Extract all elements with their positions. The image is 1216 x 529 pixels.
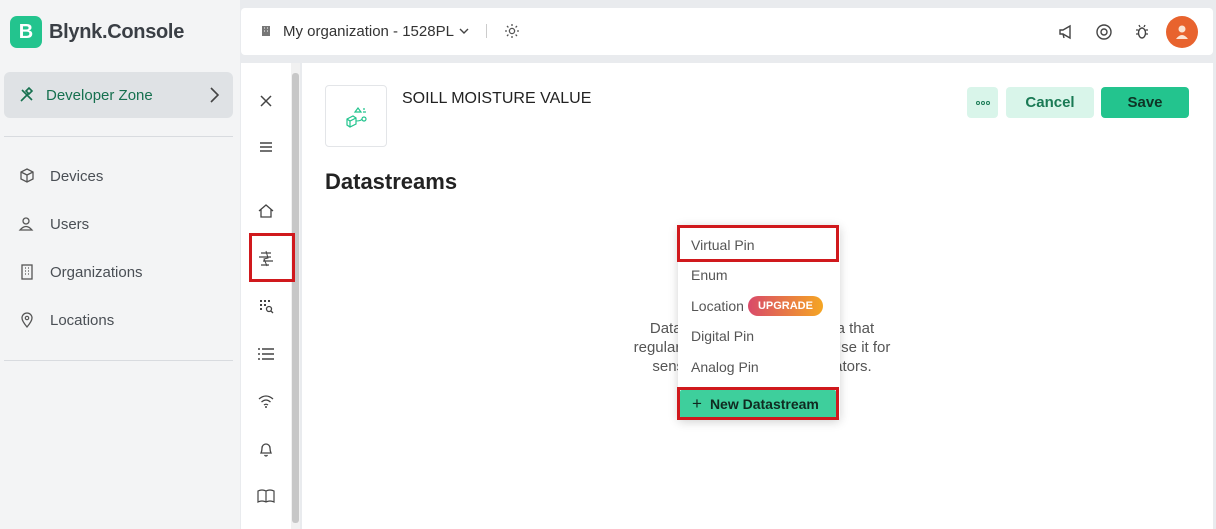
sidebar-item-developer-zone[interactable]: Developer Zone bbox=[4, 72, 233, 118]
plus-icon: + bbox=[692, 394, 702, 413]
new-datastream-menu: Virtual Pin Enum Location UPGRADE Digita… bbox=[678, 225, 840, 420]
list-icon bbox=[258, 348, 274, 360]
sidebar-item-label: Developer Zone bbox=[46, 86, 153, 104]
sidebar-item-label: Organizations bbox=[50, 263, 143, 281]
top-bar: My organization - 1528PL bbox=[241, 8, 1213, 55]
tab-events[interactable] bbox=[252, 292, 280, 320]
help-button[interactable] bbox=[1088, 16, 1120, 48]
menu-item-virtual-pin[interactable]: Virtual Pin bbox=[691, 235, 755, 255]
template-thumbnail-icon bbox=[346, 107, 367, 128]
sidebar-item-users[interactable]: Users bbox=[18, 212, 89, 236]
gear-icon[interactable] bbox=[503, 22, 521, 40]
building-icon bbox=[21, 264, 33, 280]
page-title: Datastreams bbox=[325, 169, 458, 194]
tools-icon bbox=[20, 86, 34, 102]
divider bbox=[4, 360, 233, 361]
new-datastream-button[interactable]: + New Datastream bbox=[680, 390, 836, 418]
menu-item-digital-pin[interactable]: Digital Pin bbox=[691, 326, 754, 346]
tab-datastreams[interactable] bbox=[252, 244, 280, 272]
tab-connectivity[interactable] bbox=[252, 387, 280, 415]
sidebar: B Blynk.Console Developer Zone Devices U… bbox=[0, 0, 240, 529]
avatar-icon bbox=[1176, 25, 1188, 39]
sidebar-item-devices[interactable]: Devices bbox=[18, 164, 103, 188]
cancel-button[interactable]: Cancel bbox=[1006, 87, 1094, 118]
tab-metadata[interactable] bbox=[252, 340, 280, 368]
megaphone-icon bbox=[1059, 24, 1071, 40]
book-icon bbox=[257, 489, 275, 503]
bell-icon bbox=[259, 443, 273, 457]
menu-item-label: Location bbox=[691, 298, 744, 314]
tab-notifications[interactable] bbox=[252, 435, 280, 463]
sidebar-item-label: Users bbox=[50, 215, 90, 233]
top-actions bbox=[1044, 16, 1198, 48]
scrollbar-thumb[interactable] bbox=[292, 73, 299, 523]
menu-item-location[interactable]: Location UPGRADE bbox=[691, 296, 823, 316]
more-options-button[interactable] bbox=[967, 87, 998, 118]
location-pin-icon bbox=[21, 312, 33, 329]
menu-button[interactable] bbox=[252, 133, 280, 161]
sidebar-item-label: Locations bbox=[50, 311, 115, 329]
home-icon bbox=[258, 204, 274, 218]
sidebar-item-locations[interactable]: Locations bbox=[18, 308, 114, 332]
bug-icon bbox=[1136, 24, 1148, 39]
close-icon bbox=[260, 95, 272, 107]
menu-item-label: Digital Pin bbox=[691, 328, 755, 344]
cube-icon bbox=[20, 168, 34, 183]
template-image[interactable] bbox=[325, 85, 387, 147]
separator bbox=[485, 24, 487, 38]
chevron-down-icon bbox=[459, 28, 469, 34]
wifi-icon bbox=[258, 395, 274, 408]
sidebar-item-organizations[interactable]: Organizations bbox=[18, 260, 143, 284]
org-name: My organization - 1528PL bbox=[283, 22, 454, 40]
menu-item-analog-pin[interactable]: Analog Pin bbox=[691, 357, 759, 377]
tab-docs[interactable] bbox=[252, 482, 280, 510]
report-bug-button[interactable] bbox=[1126, 16, 1158, 48]
menu-item-label: Analog Pin bbox=[691, 359, 759, 375]
hamburger-icon bbox=[260, 142, 272, 152]
divider bbox=[4, 136, 233, 137]
org-selector[interactable]: My organization - 1528PL bbox=[259, 22, 521, 40]
building-icon bbox=[262, 26, 270, 36]
upgrade-badge[interactable]: UPGRADE bbox=[747, 296, 823, 316]
chevron-right-icon bbox=[210, 87, 220, 103]
grid-search-icon bbox=[260, 300, 274, 314]
menu-item-label: Enum bbox=[691, 267, 728, 283]
template-icon-rail bbox=[241, 63, 291, 529]
announcements-button[interactable] bbox=[1050, 16, 1082, 48]
more-dots-icon bbox=[975, 100, 990, 105]
users-icon bbox=[18, 217, 34, 231]
lifebuoy-icon bbox=[1096, 24, 1112, 40]
brand-name: Blynk.Console bbox=[49, 20, 185, 43]
datastreams-icon bbox=[259, 250, 273, 267]
sidebar-item-label: Devices bbox=[50, 167, 104, 185]
template-name: SOILL MOISTURE VALUE bbox=[402, 90, 592, 107]
blynk-logo-icon: B bbox=[10, 16, 42, 48]
close-button[interactable] bbox=[252, 87, 280, 115]
menu-item-label: Virtual Pin bbox=[691, 237, 755, 253]
brand[interactable]: B Blynk.Console bbox=[10, 16, 184, 48]
new-datastream-label: New Datastream bbox=[709, 396, 819, 412]
menu-item-enum[interactable]: Enum bbox=[691, 265, 728, 285]
rail-scrollbar[interactable] bbox=[291, 63, 300, 529]
tab-home[interactable] bbox=[252, 197, 280, 225]
save-button[interactable]: Save bbox=[1101, 87, 1189, 118]
user-avatar[interactable] bbox=[1166, 16, 1198, 48]
